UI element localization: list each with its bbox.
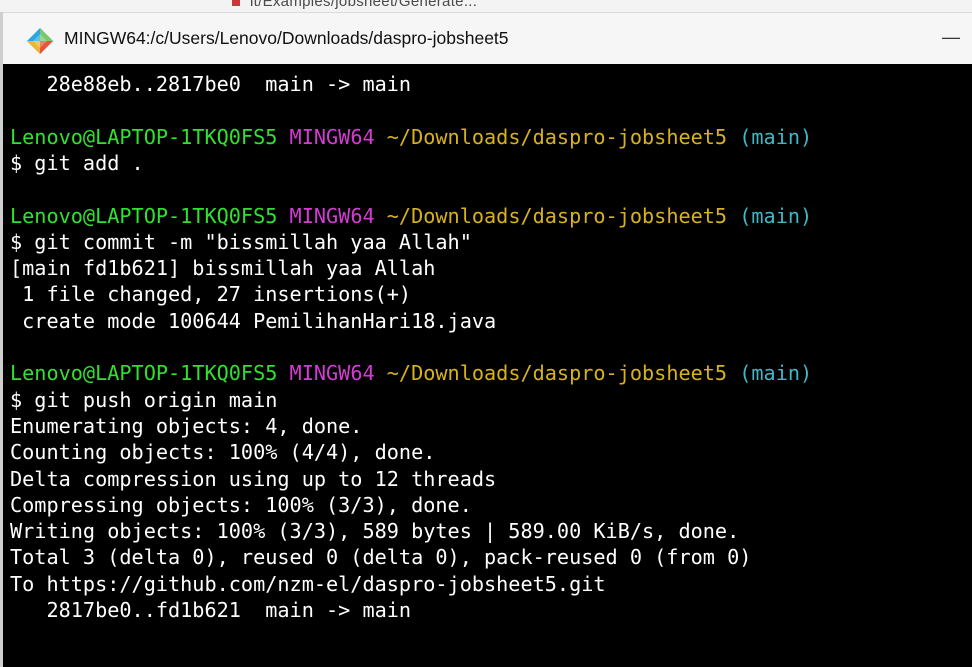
output-line: Enumerating objects: 4, done. [10,413,363,438]
background-window-strip: lt/Examples/jobsheet/Generate... [0,0,972,12]
output-line: Counting objects: 100% (4/4), done. [10,440,436,465]
output-line: Total 3 (delta 0), reused 0 (delta 0), p… [10,545,752,570]
output-line: [main fd1b621] bissmillah yaa Allah [10,256,436,281]
prompt-host: MINGW64 [289,361,375,386]
prompt-path: ~/Downloads/daspro-jobsheet5 [386,203,728,228]
command-line: $ git add . [10,150,144,175]
prompt-line: Lenovo@LAPTOP-1TKQ0FS5 MINGW64 ~/Downloa… [10,124,812,150]
prompt-branch: (main) [739,203,813,228]
output-line: Writing objects: 100% (3/3), 589 bytes |… [10,519,740,544]
prompt-host: MINGW64 [289,203,375,228]
background-window-tab-marker [232,0,240,6]
prompt-user: Lenovo@LAPTOP-1TKQ0FS5 [10,124,278,149]
background-window-text: lt/Examples/jobsheet/Generate... [250,0,478,10]
output-line: Delta compression using up to 12 threads [10,466,497,491]
output-line: 28e88eb..2817be0 main -> main [10,72,412,96]
window-title: MINGW64:/c/Users/Lenovo/Downloads/daspro… [64,28,509,48]
prompt-branch: (main) [739,361,813,386]
output-line: 2817be0..fd1b621 main -> main [10,598,412,622]
command-line: $ git commit -m "bissmillah yaa Allah" [10,229,472,254]
terminal-output[interactable]: 28e88eb..2817be0 main -> main Lenovo@LAPT… [3,64,972,667]
prompt-line: Lenovo@LAPTOP-1TKQ0FS5 MINGW64 ~/Downloa… [10,203,812,229]
git-bash-icon [27,28,53,54]
prompt-user: Lenovo@LAPTOP-1TKQ0FS5 [10,361,278,386]
command-line: $ git push origin main [10,387,278,412]
prompt-branch: (main) [739,124,813,149]
output-line: To https://github.com/nzm-el/daspro-jobs… [10,571,606,596]
prompt-user: Lenovo@LAPTOP-1TKQ0FS5 [10,203,278,228]
prompt-line: Lenovo@LAPTOP-1TKQ0FS5 MINGW64 ~/Downloa… [10,360,812,386]
minimize-button[interactable]: — [942,27,972,49]
prompt-host: MINGW64 [289,124,375,149]
prompt-path: ~/Downloads/daspro-jobsheet5 [386,361,728,386]
output-line: Compressing objects: 100% (3/3), done. [10,492,472,517]
prompt-path: ~/Downloads/daspro-jobsheet5 [386,124,728,149]
output-line: 1 file changed, 27 insertions(+) [10,282,412,307]
output-line: create mode 100644 PemilihanHari18.java [10,308,497,333]
window-title-bar[interactable]: MINGW64:/c/Users/Lenovo/Downloads/daspro… [3,12,972,64]
